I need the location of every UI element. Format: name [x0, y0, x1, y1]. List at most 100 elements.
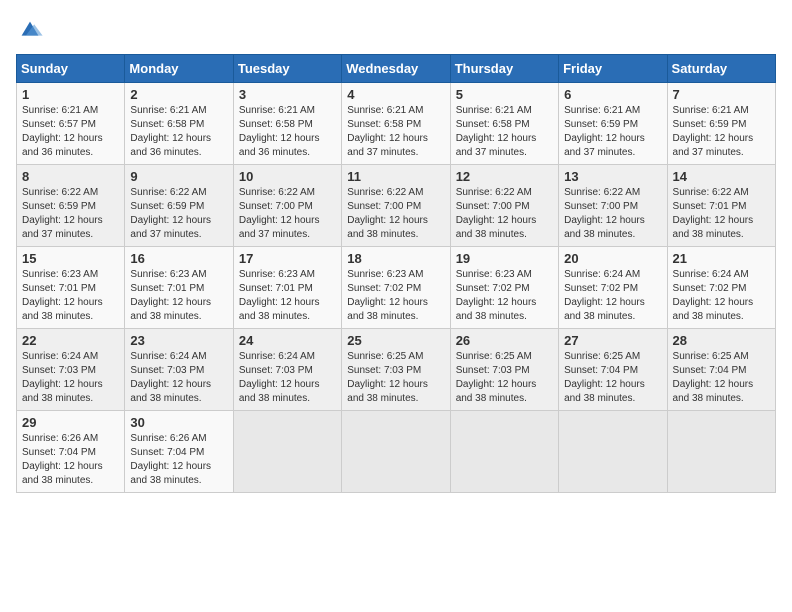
day-number: 23	[130, 333, 227, 348]
day-info: Sunrise: 6:25 AMSunset: 7:03 PMDaylight:…	[456, 351, 537, 404]
day-info: Sunrise: 6:24 AMSunset: 7:03 PMDaylight:…	[130, 351, 211, 404]
calendar-cell: 12 Sunrise: 6:22 AMSunset: 7:00 PMDaylig…	[450, 165, 558, 247]
day-number: 4	[347, 87, 444, 102]
day-number: 27	[564, 333, 661, 348]
calendar-cell: 29 Sunrise: 6:26 AMSunset: 7:04 PMDaylig…	[17, 411, 125, 493]
day-info: Sunrise: 6:23 AMSunset: 7:01 PMDaylight:…	[239, 269, 320, 322]
day-info: Sunrise: 6:22 AMSunset: 6:59 PMDaylight:…	[22, 187, 103, 240]
day-number: 14	[673, 169, 770, 184]
day-info: Sunrise: 6:21 AMSunset: 6:59 PMDaylight:…	[673, 105, 754, 158]
day-info: Sunrise: 6:22 AMSunset: 7:01 PMDaylight:…	[673, 187, 754, 240]
day-number: 3	[239, 87, 336, 102]
day-number: 25	[347, 333, 444, 348]
calendar-cell: 11 Sunrise: 6:22 AMSunset: 7:00 PMDaylig…	[342, 165, 450, 247]
calendar-cell	[559, 411, 667, 493]
calendar-cell: 21 Sunrise: 6:24 AMSunset: 7:02 PMDaylig…	[667, 247, 775, 329]
calendar-cell: 23 Sunrise: 6:24 AMSunset: 7:03 PMDaylig…	[125, 329, 233, 411]
calendar-cell: 20 Sunrise: 6:24 AMSunset: 7:02 PMDaylig…	[559, 247, 667, 329]
calendar-week-row: 8 Sunrise: 6:22 AMSunset: 6:59 PMDayligh…	[17, 165, 776, 247]
calendar-cell: 3 Sunrise: 6:21 AMSunset: 6:58 PMDayligh…	[233, 83, 341, 165]
day-info: Sunrise: 6:21 AMSunset: 6:58 PMDaylight:…	[130, 105, 211, 158]
day-number: 11	[347, 169, 444, 184]
day-info: Sunrise: 6:24 AMSunset: 7:03 PMDaylight:…	[22, 351, 103, 404]
calendar-cell: 22 Sunrise: 6:24 AMSunset: 7:03 PMDaylig…	[17, 329, 125, 411]
day-info: Sunrise: 6:22 AMSunset: 7:00 PMDaylight:…	[347, 187, 428, 240]
day-number: 7	[673, 87, 770, 102]
day-number: 24	[239, 333, 336, 348]
day-number: 28	[673, 333, 770, 348]
day-info: Sunrise: 6:23 AMSunset: 7:02 PMDaylight:…	[456, 269, 537, 322]
calendar-day-header: Saturday	[667, 55, 775, 83]
day-info: Sunrise: 6:25 AMSunset: 7:03 PMDaylight:…	[347, 351, 428, 404]
day-info: Sunrise: 6:23 AMSunset: 7:01 PMDaylight:…	[22, 269, 103, 322]
calendar-header-row: SundayMondayTuesdayWednesdayThursdayFrid…	[17, 55, 776, 83]
calendar-cell: 2 Sunrise: 6:21 AMSunset: 6:58 PMDayligh…	[125, 83, 233, 165]
calendar-cell: 9 Sunrise: 6:22 AMSunset: 6:59 PMDayligh…	[125, 165, 233, 247]
calendar-cell: 13 Sunrise: 6:22 AMSunset: 7:00 PMDaylig…	[559, 165, 667, 247]
day-number: 5	[456, 87, 553, 102]
calendar-week-row: 15 Sunrise: 6:23 AMSunset: 7:01 PMDaylig…	[17, 247, 776, 329]
day-info: Sunrise: 6:24 AMSunset: 7:02 PMDaylight:…	[564, 269, 645, 322]
logo	[16, 16, 48, 44]
day-number: 9	[130, 169, 227, 184]
calendar-cell	[342, 411, 450, 493]
logo-icon	[16, 16, 44, 44]
day-info: Sunrise: 6:21 AMSunset: 6:57 PMDaylight:…	[22, 105, 103, 158]
calendar-cell: 18 Sunrise: 6:23 AMSunset: 7:02 PMDaylig…	[342, 247, 450, 329]
calendar-cell	[667, 411, 775, 493]
day-info: Sunrise: 6:23 AMSunset: 7:02 PMDaylight:…	[347, 269, 428, 322]
day-info: Sunrise: 6:22 AMSunset: 6:59 PMDaylight:…	[130, 187, 211, 240]
day-number: 8	[22, 169, 119, 184]
day-number: 21	[673, 251, 770, 266]
day-info: Sunrise: 6:23 AMSunset: 7:01 PMDaylight:…	[130, 269, 211, 322]
day-info: Sunrise: 6:21 AMSunset: 6:59 PMDaylight:…	[564, 105, 645, 158]
day-info: Sunrise: 6:21 AMSunset: 6:58 PMDaylight:…	[456, 105, 537, 158]
day-number: 17	[239, 251, 336, 266]
calendar-week-row: 22 Sunrise: 6:24 AMSunset: 7:03 PMDaylig…	[17, 329, 776, 411]
day-number: 22	[22, 333, 119, 348]
calendar-cell: 10 Sunrise: 6:22 AMSunset: 7:00 PMDaylig…	[233, 165, 341, 247]
page-header	[16, 16, 776, 44]
calendar-cell	[233, 411, 341, 493]
calendar-week-row: 29 Sunrise: 6:26 AMSunset: 7:04 PMDaylig…	[17, 411, 776, 493]
day-number: 16	[130, 251, 227, 266]
calendar-day-header: Wednesday	[342, 55, 450, 83]
day-info: Sunrise: 6:22 AMSunset: 7:00 PMDaylight:…	[239, 187, 320, 240]
day-number: 29	[22, 415, 119, 430]
calendar-cell: 24 Sunrise: 6:24 AMSunset: 7:03 PMDaylig…	[233, 329, 341, 411]
calendar-day-header: Friday	[559, 55, 667, 83]
calendar-cell: 14 Sunrise: 6:22 AMSunset: 7:01 PMDaylig…	[667, 165, 775, 247]
day-number: 13	[564, 169, 661, 184]
calendar-cell: 17 Sunrise: 6:23 AMSunset: 7:01 PMDaylig…	[233, 247, 341, 329]
calendar-table: SundayMondayTuesdayWednesdayThursdayFrid…	[16, 54, 776, 493]
calendar-day-header: Monday	[125, 55, 233, 83]
calendar-cell: 30 Sunrise: 6:26 AMSunset: 7:04 PMDaylig…	[125, 411, 233, 493]
calendar-cell: 4 Sunrise: 6:21 AMSunset: 6:58 PMDayligh…	[342, 83, 450, 165]
calendar-cell: 25 Sunrise: 6:25 AMSunset: 7:03 PMDaylig…	[342, 329, 450, 411]
day-number: 19	[456, 251, 553, 266]
calendar-cell: 5 Sunrise: 6:21 AMSunset: 6:58 PMDayligh…	[450, 83, 558, 165]
day-info: Sunrise: 6:22 AMSunset: 7:00 PMDaylight:…	[456, 187, 537, 240]
calendar-cell: 8 Sunrise: 6:22 AMSunset: 6:59 PMDayligh…	[17, 165, 125, 247]
calendar-cell: 26 Sunrise: 6:25 AMSunset: 7:03 PMDaylig…	[450, 329, 558, 411]
calendar-cell: 6 Sunrise: 6:21 AMSunset: 6:59 PMDayligh…	[559, 83, 667, 165]
calendar-cell: 1 Sunrise: 6:21 AMSunset: 6:57 PMDayligh…	[17, 83, 125, 165]
day-number: 26	[456, 333, 553, 348]
calendar-cell: 7 Sunrise: 6:21 AMSunset: 6:59 PMDayligh…	[667, 83, 775, 165]
calendar-cell	[450, 411, 558, 493]
day-number: 12	[456, 169, 553, 184]
day-info: Sunrise: 6:26 AMSunset: 7:04 PMDaylight:…	[22, 433, 103, 486]
day-number: 6	[564, 87, 661, 102]
day-info: Sunrise: 6:25 AMSunset: 7:04 PMDaylight:…	[673, 351, 754, 404]
day-number: 2	[130, 87, 227, 102]
calendar-week-row: 1 Sunrise: 6:21 AMSunset: 6:57 PMDayligh…	[17, 83, 776, 165]
day-number: 15	[22, 251, 119, 266]
calendar-cell: 27 Sunrise: 6:25 AMSunset: 7:04 PMDaylig…	[559, 329, 667, 411]
calendar-day-header: Thursday	[450, 55, 558, 83]
day-info: Sunrise: 6:22 AMSunset: 7:00 PMDaylight:…	[564, 187, 645, 240]
calendar-cell: 19 Sunrise: 6:23 AMSunset: 7:02 PMDaylig…	[450, 247, 558, 329]
day-info: Sunrise: 6:25 AMSunset: 7:04 PMDaylight:…	[564, 351, 645, 404]
day-number: 1	[22, 87, 119, 102]
day-info: Sunrise: 6:24 AMSunset: 7:02 PMDaylight:…	[673, 269, 754, 322]
calendar-cell: 16 Sunrise: 6:23 AMSunset: 7:01 PMDaylig…	[125, 247, 233, 329]
